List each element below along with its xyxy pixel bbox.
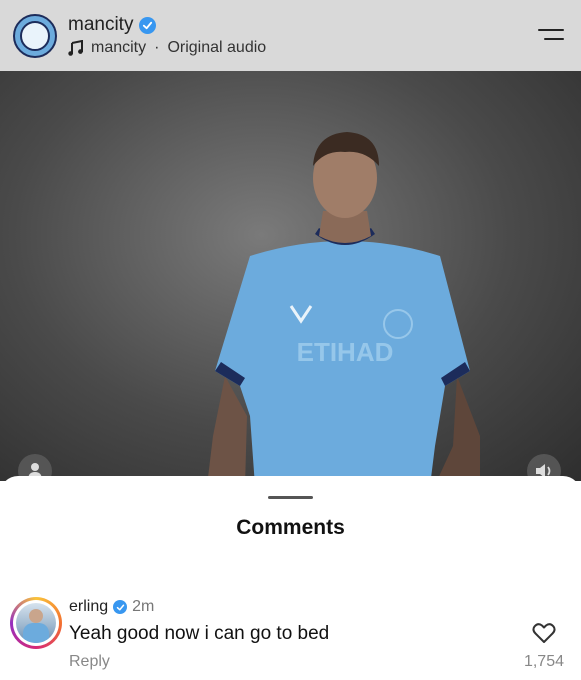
comment-text: Yeah good now i can go to bed — [69, 623, 330, 644]
account-username[interactable]: mancity — [68, 14, 133, 36]
svg-text:ETIHAD: ETIHAD — [297, 337, 394, 367]
commenter-avatar[interactable] — [10, 597, 62, 649]
like-count: 1,754 — [523, 653, 564, 670]
verified-icon — [139, 16, 157, 34]
comment-meta: erling 2m — [69, 598, 154, 616]
music-note-icon — [68, 40, 83, 56]
audio-title: Original audio — [167, 39, 267, 56]
audio-info[interactable]: mancity · Original audio — [68, 39, 266, 57]
comments-sheet: Comments erling 2m Yeah good now i can g… — [0, 476, 581, 680]
mancity-avatar[interactable] — [13, 14, 57, 58]
reel-video[interactable]: ETIHAD — [0, 71, 581, 481]
player-figure: ETIHAD — [207, 132, 480, 481]
club-crest-icon — [20, 21, 50, 51]
heart-icon[interactable] — [532, 622, 556, 644]
commenter-username[interactable]: erling — [69, 598, 108, 616]
reply-button[interactable]: Reply — [69, 653, 110, 671]
reel-header: mancity mancity · Original audio — [0, 0, 581, 71]
comment-time: 2m — [132, 598, 155, 615]
menu-icon[interactable] — [538, 27, 564, 43]
account-name-row[interactable]: mancity — [68, 14, 157, 36]
comments-title: Comments — [236, 516, 345, 539]
audio-separator: · — [154, 39, 160, 56]
sheet-drag-handle[interactable] — [268, 496, 313, 499]
verified-icon — [113, 600, 128, 614]
audio-artist: mancity — [91, 39, 147, 56]
